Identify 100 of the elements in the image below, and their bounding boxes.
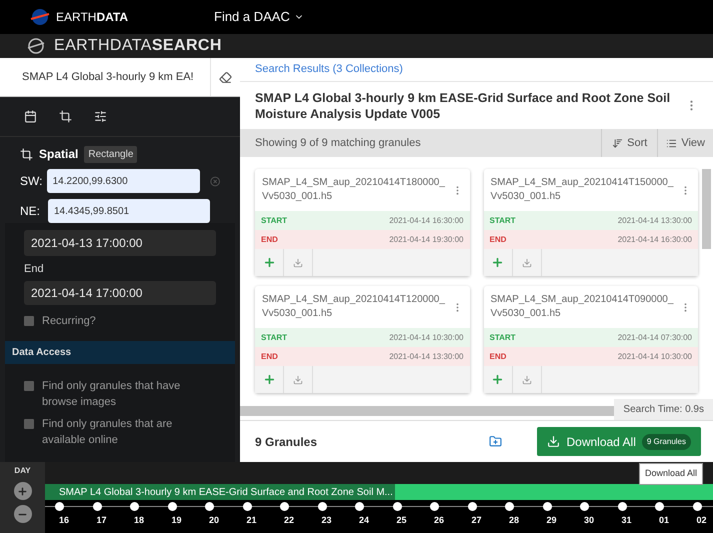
checkbox[interactable] bbox=[24, 316, 34, 326]
agency-logo-icon bbox=[30, 9, 50, 25]
shape-tag: Rectangle bbox=[84, 146, 138, 162]
coordinate-field[interactable]: 14.2200,99.6300 bbox=[46, 169, 200, 193]
plus-icon bbox=[491, 373, 504, 386]
day-label: 30 bbox=[584, 514, 594, 527]
end-label: END bbox=[490, 234, 506, 246]
folder-add-icon[interactable] bbox=[489, 435, 502, 448]
day-tick bbox=[692, 502, 702, 511]
end-time: 2021-04-14 10:30:00 bbox=[618, 350, 692, 362]
field-label: End bbox=[24, 262, 45, 277]
plus-icon bbox=[17, 486, 28, 496]
granule-card[interactable]: SMAP_L4_SM_aup_20210414T090000_Vv5030_001.h5 START 2021-04-14 07:30:00 END 2021-04-14 10:30:00 bbox=[484, 286, 698, 393]
start-label: START bbox=[261, 214, 288, 226]
end-label: END bbox=[261, 350, 278, 362]
day-label: 18 bbox=[134, 514, 144, 527]
start-time: 2021-04-14 07:30:00 bbox=[618, 332, 692, 344]
day-label: 19 bbox=[172, 514, 182, 527]
field-label: NE: bbox=[20, 203, 42, 220]
day-tick bbox=[318, 502, 326, 511]
granule-count: 9 Granules bbox=[255, 434, 318, 450]
start-time: 2021-04-14 16:30:00 bbox=[389, 214, 464, 226]
agency-logo-icon bbox=[26, 38, 46, 54]
crop-tab-icon[interactable] bbox=[59, 110, 72, 123]
section-label: Spatial bbox=[39, 146, 78, 163]
day-tick bbox=[655, 502, 664, 511]
day-label: 21 bbox=[246, 514, 257, 527]
end-date-field[interactable]: 2021-04-14 17:00:00 bbox=[24, 280, 216, 304]
day-label: 22 bbox=[284, 514, 294, 527]
end-time: 2021-04-14 13:30:00 bbox=[389, 350, 464, 362]
start-label: START bbox=[490, 214, 516, 226]
day-label: 23 bbox=[322, 514, 332, 527]
end-label: END bbox=[490, 350, 506, 362]
day-label: 24 bbox=[359, 514, 370, 527]
horizontal-scrollbar[interactable] bbox=[240, 406, 614, 416]
day-tick bbox=[130, 502, 139, 511]
day-label: 20 bbox=[209, 514, 220, 527]
download-icon bbox=[547, 435, 560, 448]
zoom-in-button[interactable] bbox=[14, 482, 32, 500]
download-all-button[interactable]: Download All 9 Granules bbox=[537, 427, 701, 456]
granule-card[interactable]: SMAP_L4_SM_aup_20210414T150000_Vv5030_001.h5 START 2021-04-14 13:30:00 END 2021-04-14 16:30:00 bbox=[484, 169, 698, 276]
track-label: SMAP L4 Global 3-hourly 9 km EASE-Grid Surface and Root Zone Soil M... bbox=[45, 484, 395, 500]
day-tick bbox=[618, 502, 626, 511]
day-tick bbox=[92, 502, 102, 511]
crop-icon bbox=[20, 148, 33, 160]
start-label: START bbox=[261, 332, 288, 344]
plus-icon bbox=[491, 256, 504, 269]
download-icon bbox=[293, 258, 303, 268]
granule-card[interactable]: SMAP_L4_SM_aup_20210414T120000_Vv5030_001.h5 START 2021-04-14 10:30:00 END 2021-04-14 13:30:00 bbox=[255, 286, 470, 393]
coordinate-field[interactable]: 14.4345,99.8501 bbox=[48, 199, 210, 223]
day-tick bbox=[242, 502, 252, 511]
day-label: 17 bbox=[96, 514, 107, 527]
app-title: EARTHDATASEARCH bbox=[54, 36, 222, 56]
tooltip: Download All bbox=[638, 463, 703, 484]
calendar-tab-icon[interactable] bbox=[24, 110, 37, 123]
checkbox-label: Recurring? bbox=[42, 314, 96, 328]
plus-icon bbox=[262, 373, 276, 386]
day-label: 29 bbox=[546, 514, 557, 527]
daac-menu[interactable]: Find a DAAC bbox=[214, 7, 304, 27]
timeline-track[interactable]: SMAP L4 Global 3-hourly 9 km EASE-Grid Surface and Root Zone Soil M... bbox=[45, 484, 713, 500]
start-label: START bbox=[490, 332, 516, 344]
clear-icon[interactable] bbox=[219, 70, 232, 84]
sliders-tab-icon[interactable] bbox=[94, 110, 107, 123]
field-label: SW: bbox=[20, 173, 43, 190]
day-tick bbox=[468, 502, 476, 511]
day-tick bbox=[205, 502, 214, 511]
granule-name: SMAP_L4_SM_aup_20210414T180000_Vv5030_001.h5 bbox=[262, 176, 446, 204]
day-label: 27 bbox=[472, 514, 482, 527]
breadcrumb-link[interactable]: Search Results (3 Collections) bbox=[240, 58, 713, 82]
download-icon bbox=[293, 374, 303, 384]
granule-card[interactable]: SMAP_L4_SM_aup_20210414T180000_Vv5030_001.h5 START 2021-04-14 16:30:00 END 2021-04-14 19:30:00 bbox=[255, 169, 470, 276]
day-tick bbox=[580, 502, 589, 511]
checkbox-label: Find only granules that have browse images bbox=[42, 378, 182, 410]
sort-icon bbox=[612, 138, 624, 148]
plus-icon bbox=[262, 256, 276, 269]
checkbox[interactable] bbox=[24, 418, 34, 428]
checkbox[interactable] bbox=[24, 380, 34, 390]
results-count: Showing 9 of 9 matching granules bbox=[255, 136, 422, 151]
checkbox-label: Find only granules that are available online bbox=[42, 416, 174, 448]
collection-title: SMAP L4 Global 3-hourly 9 km EASE-Grid Surface and Root Zone Soil Moisture Analysis Update V005 bbox=[255, 90, 672, 122]
day-label: 28 bbox=[509, 514, 520, 527]
granule-name: SMAP_L4_SM_aup_20210414T150000_Vv5030_001.h5 bbox=[490, 176, 674, 204]
day-label: 02 bbox=[696, 514, 707, 527]
granule-name: SMAP_L4_SM_aup_20210414T120000_Vv5030_001.h5 bbox=[262, 293, 446, 321]
end-label: END bbox=[261, 234, 278, 246]
download-icon bbox=[522, 374, 532, 384]
end-time: 2021-04-14 16:30:00 bbox=[618, 234, 692, 246]
vertical-scrollbar[interactable] bbox=[702, 169, 711, 249]
day-label: 01 bbox=[659, 514, 670, 527]
download-icon bbox=[522, 258, 532, 268]
zoom-level: DAY bbox=[14, 465, 31, 477]
zoom-out-button[interactable] bbox=[14, 505, 32, 523]
day-label: 31 bbox=[622, 514, 632, 527]
granule-name: SMAP_L4_SM_aup_20210414T090000_Vv5030_001.h5 bbox=[490, 293, 674, 321]
granule-badge: 9 Granules bbox=[642, 434, 691, 450]
start-date-field[interactable]: 2021-04-13 17:00:00 bbox=[24, 230, 216, 256]
day-label: 25 bbox=[396, 514, 407, 527]
day-label: 26 bbox=[434, 514, 444, 527]
search-time: Search Time: 0.9s bbox=[614, 399, 713, 420]
day-tick bbox=[542, 502, 552, 511]
